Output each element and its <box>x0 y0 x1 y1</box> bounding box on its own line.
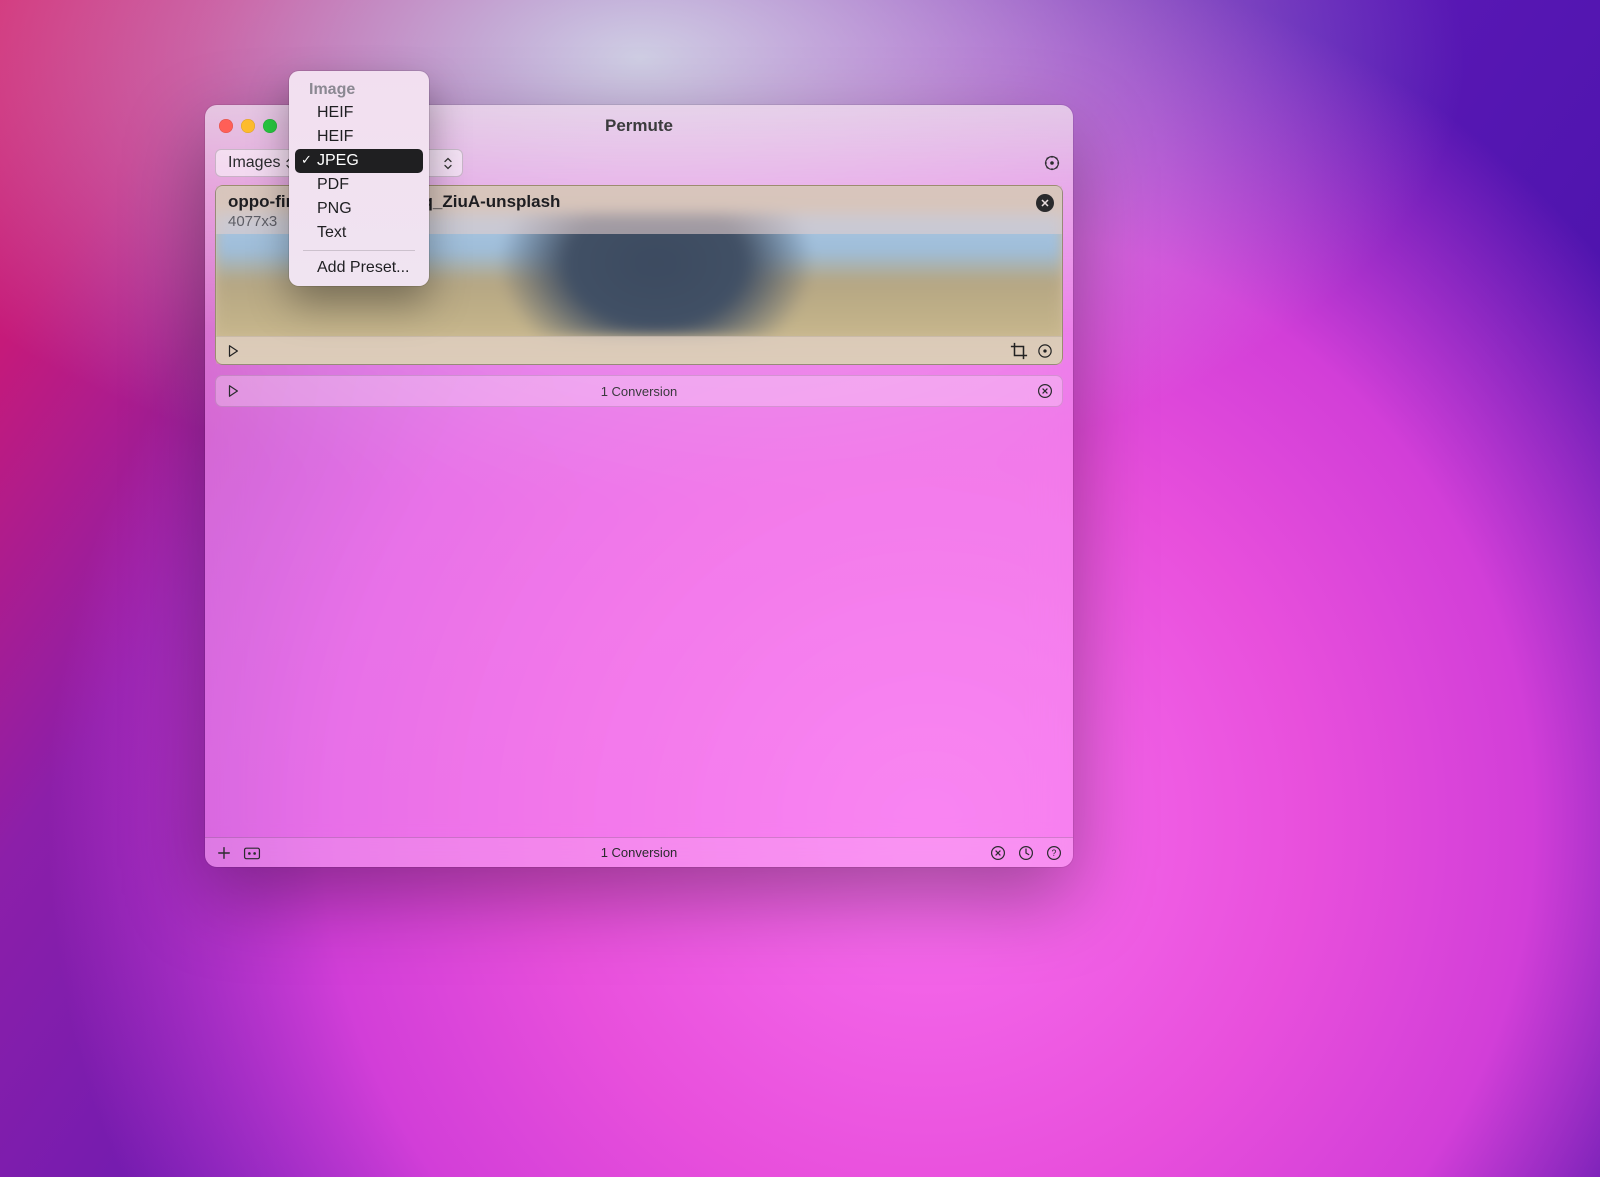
close-icon: ✕ <box>1040 197 1049 210</box>
minimize-window-button[interactable] <box>241 119 255 133</box>
menu-separator <box>303 250 415 251</box>
clear-button[interactable] <box>989 844 1007 862</box>
format-menu: Image HEIF HEIF JPEG PDF PNG Text Add Pr… <box>289 71 429 286</box>
play-item-button[interactable] <box>224 342 242 360</box>
menu-section-label: Image <box>295 77 423 101</box>
traffic-lights <box>219 119 277 133</box>
svg-text:?: ? <box>1052 848 1057 858</box>
remove-item-button[interactable]: ✕ <box>1036 194 1054 212</box>
menu-item-pdf[interactable]: PDF <box>295 173 423 197</box>
menu-item-text[interactable]: Text <box>295 221 423 245</box>
maximize-window-button[interactable] <box>263 119 277 133</box>
bottom-bar: 1 Conversion ? <box>205 837 1073 867</box>
cancel-all-button[interactable] <box>1036 382 1054 400</box>
robot-button[interactable] <box>243 844 261 862</box>
add-button[interactable] <box>215 844 233 862</box>
summary-row: 1 Conversion <box>215 375 1063 407</box>
menu-item-add-preset[interactable]: Add Preset... <box>295 256 423 280</box>
card-footer <box>216 336 1062 364</box>
item-settings-button[interactable] <box>1036 342 1054 360</box>
crop-button[interactable] <box>1010 342 1028 360</box>
menu-item-heif[interactable]: HEIF <box>295 101 423 125</box>
history-button[interactable] <box>1017 844 1035 862</box>
play-all-button[interactable] <box>224 382 242 400</box>
toolbar-right <box>1041 152 1063 174</box>
close-window-button[interactable] <box>219 119 233 133</box>
window-title: Permute <box>605 116 673 136</box>
gear-icon <box>1043 154 1061 172</box>
help-button[interactable]: ? <box>1045 844 1063 862</box>
menu-item-jpeg[interactable]: JPEG <box>295 149 423 173</box>
bottom-status-text: 1 Conversion <box>205 845 1073 860</box>
category-select-label: Images <box>228 154 280 172</box>
menu-item-png[interactable]: PNG <box>295 197 423 221</box>
settings-button[interactable] <box>1041 152 1063 174</box>
card-footer-right <box>1010 342 1054 360</box>
summary-text: 1 Conversion <box>216 384 1062 399</box>
chevron-updown-icon <box>444 157 452 170</box>
menu-item-heif-2[interactable]: HEIF <box>295 125 423 149</box>
